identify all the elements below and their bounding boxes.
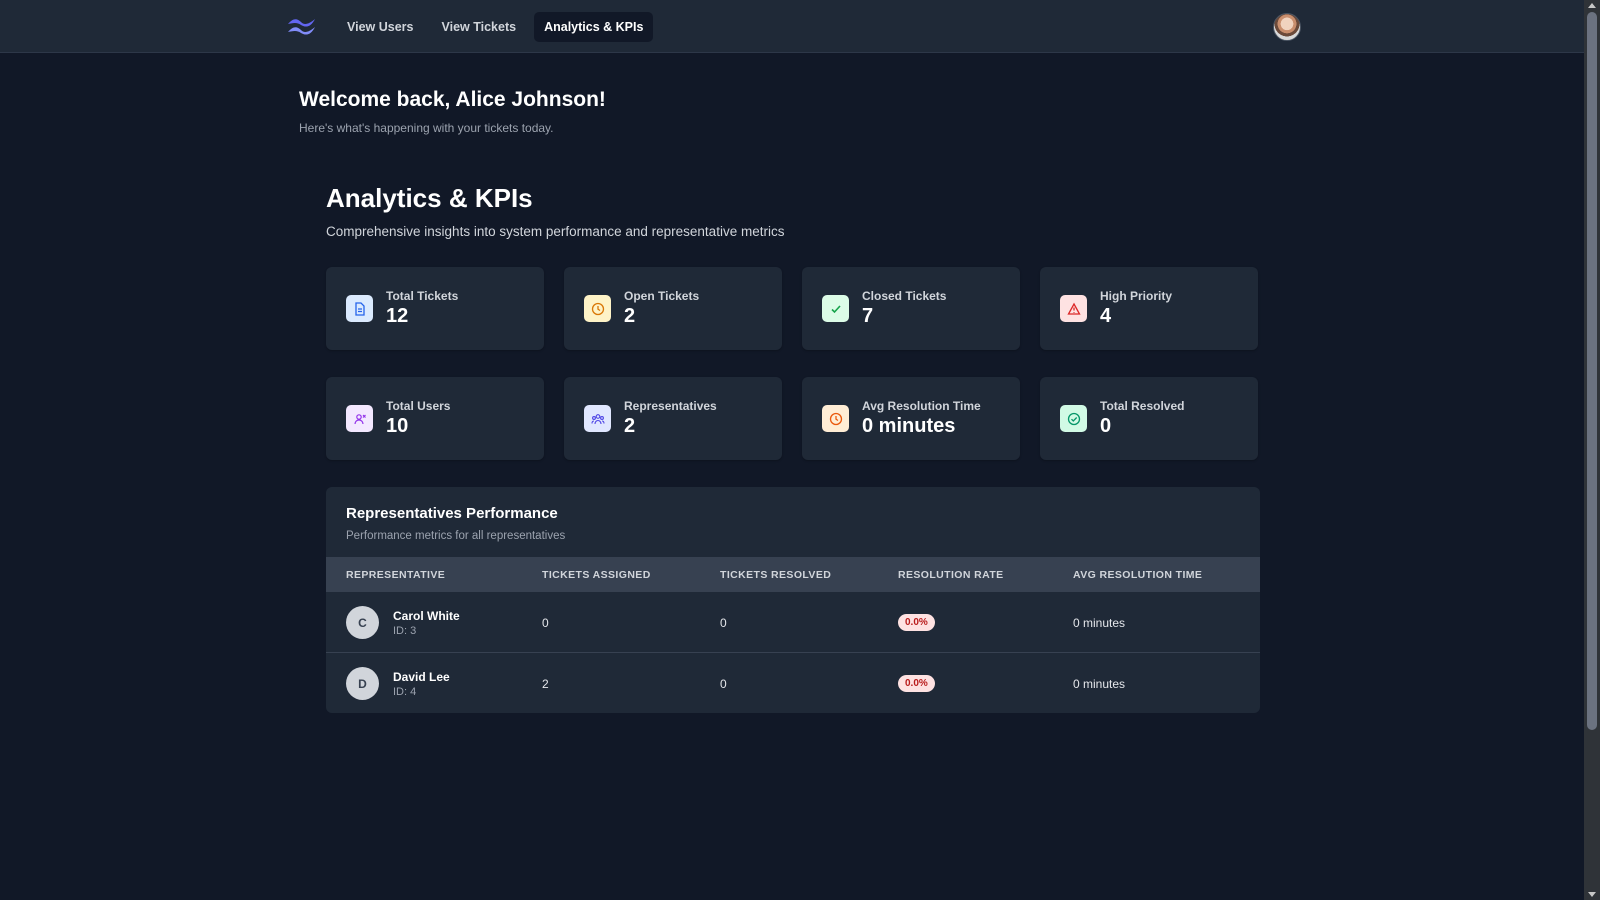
- kpi-label: Open Tickets: [624, 289, 700, 303]
- clock-icon: [584, 295, 611, 322]
- top-navbar: View Users View Tickets Analytics & KPIs: [0, 0, 1584, 53]
- kpi-label: Closed Tickets: [862, 289, 947, 303]
- kpi-label: Avg Resolution Time: [862, 399, 981, 413]
- resolution-rate-badge: 0.0%: [898, 675, 935, 692]
- kpi-cards: Total Tickets 12 Open Tickets 2 Closed T…: [326, 267, 1260, 460]
- team-icon: [584, 405, 611, 432]
- page-subtitle: Comprehensive insights into system perfo…: [326, 224, 785, 239]
- warning-icon: [1060, 295, 1087, 322]
- check-icon: [822, 295, 849, 322]
- resolution-rate-badge: 0.0%: [898, 614, 935, 631]
- avatar: D: [346, 667, 379, 700]
- kpi-value: 0 minutes: [862, 415, 956, 437]
- avg-resolution-time: 0 minutes: [1073, 616, 1126, 630]
- kpi-card-total-tickets: Total Tickets 12: [326, 267, 544, 350]
- tickets-assigned: 2: [542, 677, 549, 691]
- welcome-subtitle: Here's what's happening with your ticket…: [299, 121, 554, 135]
- page-scrollbar[interactable]: [1584, 0, 1600, 900]
- kpi-card-open-tickets: Open Tickets 2: [564, 267, 782, 350]
- kpi-value: 2: [624, 415, 636, 437]
- kpi-label: Total Resolved: [1100, 399, 1185, 413]
- tickets-resolved: 0: [720, 677, 727, 691]
- welcome-section: Welcome back, Alice Johnson! Here's what…: [299, 88, 606, 135]
- kpi-card-avg-resolution-time: Avg Resolution Time 0 minutes: [802, 377, 1020, 460]
- main-nav: View Users View Tickets Analytics & KPIs: [337, 12, 654, 42]
- tickets-resolved: 0: [720, 616, 727, 630]
- kpi-value: 0: [1100, 415, 1112, 437]
- panel-subtitle: Performance metrics for all representati…: [346, 530, 566, 542]
- kpi-value: 2: [624, 305, 636, 327]
- representative-name: Carol White: [393, 609, 460, 623]
- kpi-card-high-priority: High Priority 4: [1040, 267, 1258, 350]
- kpi-value: 12: [386, 305, 409, 327]
- page-title: Analytics & KPIs: [326, 183, 533, 213]
- nav-view-tickets[interactable]: View Tickets: [431, 12, 526, 42]
- column-header[interactable]: TICKETS RESOLVED: [720, 569, 831, 581]
- clock-icon: [822, 405, 849, 432]
- table-row[interactable]: D David Lee ID: 4 2 0 0.0% 0 minutes: [326, 653, 1260, 713]
- representative-name: David Lee: [393, 670, 450, 684]
- scroll-up-icon[interactable]: [1588, 3, 1596, 8]
- user-avatar[interactable]: [1273, 13, 1301, 41]
- kpi-card-total-users: Total Users 10: [326, 377, 544, 460]
- analytics-header: Analytics & KPIs Comprehensive insights …: [326, 183, 784, 239]
- check-circle-icon: [1060, 405, 1087, 432]
- column-header[interactable]: AVG RESOLUTION TIME: [1073, 569, 1202, 581]
- kpi-card-closed-tickets: Closed Tickets 7: [802, 267, 1020, 350]
- representative-id: ID: 3: [393, 625, 417, 637]
- welcome-title: Welcome back, Alice Johnson!: [299, 88, 606, 111]
- users-icon: [346, 405, 373, 432]
- kpi-label: Representatives: [624, 399, 717, 413]
- tickets-assigned: 0: [542, 616, 549, 630]
- table-header: REPRESENTATIVE TICKETS ASSIGNED TICKETS …: [326, 557, 1260, 592]
- nav-view-users[interactable]: View Users: [337, 12, 423, 42]
- kpi-value: 4: [1100, 305, 1112, 327]
- avg-resolution-time: 0 minutes: [1073, 677, 1126, 691]
- column-header[interactable]: REPRESENTATIVE: [346, 569, 445, 581]
- kpi-label: Total Tickets: [386, 289, 459, 303]
- column-header[interactable]: TICKETS ASSIGNED: [542, 569, 651, 581]
- representatives-performance-panel: Representatives Performance Performance …: [326, 487, 1260, 713]
- kpi-value: 7: [862, 305, 874, 327]
- avatar: C: [346, 606, 379, 639]
- kpi-label: High Priority: [1100, 289, 1173, 303]
- kpi-card-total-resolved: Total Resolved 0: [1040, 377, 1258, 460]
- nav-analytics-kpis[interactable]: Analytics & KPIs: [534, 12, 654, 42]
- scroll-down-icon[interactable]: [1588, 892, 1596, 897]
- kpi-label: Total Users: [386, 399, 451, 413]
- representative-id: ID: 4: [393, 686, 417, 698]
- kpi-card-representatives: Representatives 2: [564, 377, 782, 460]
- column-header[interactable]: RESOLUTION RATE: [898, 569, 1004, 581]
- document-icon: [346, 295, 373, 322]
- kpi-value: 10: [386, 415, 409, 437]
- scrollbar-thumb[interactable]: [1587, 12, 1597, 730]
- table-row[interactable]: C Carol White ID: 3 0 0 0.0% 0 minutes: [326, 592, 1260, 653]
- logo-icon[interactable]: [286, 15, 318, 37]
- panel-title: Representatives Performance: [346, 505, 558, 522]
